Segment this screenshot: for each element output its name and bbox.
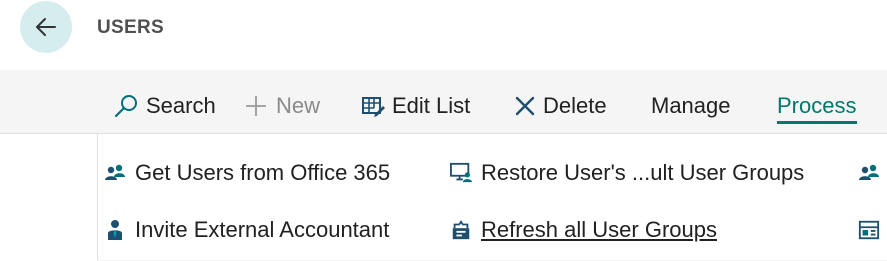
new-button[interactable]: New [244, 92, 320, 120]
edit-list-button[interactable]: Edit List [361, 92, 470, 120]
delete-button[interactable]: Delete [514, 92, 607, 120]
monitor-user-icon [450, 162, 472, 184]
menu-item-restore-user-groups[interactable]: Restore User's ...ult User Groups [450, 158, 804, 188]
users-group-icon [858, 162, 880, 184]
menu-item-label: Get Users from Office 365 [135, 160, 391, 185]
page-header: USERS [0, 0, 887, 70]
page-title: USERS [97, 17, 164, 38]
manage-tab-label: Manage [651, 93, 731, 118]
search-icon [114, 95, 137, 118]
person-tie-icon [104, 219, 126, 241]
menu-item-get-users-from-office-365[interactable]: Get Users from Office 365 [104, 158, 390, 188]
users-group-icon [104, 162, 126, 184]
menu-item-label: Invite External Accountant [135, 217, 390, 242]
manage-tab[interactable]: Manage [651, 92, 731, 120]
refresh-users-icon [450, 219, 472, 241]
close-icon [515, 96, 535, 116]
content-left-area [0, 133, 97, 261]
menu-item-overflow-permissions[interactable] [858, 215, 880, 245]
search-button[interactable]: Search [113, 92, 216, 120]
new-button-label: New [276, 93, 321, 118]
back-arrow-icon [36, 18, 56, 36]
search-button-label: Search [146, 93, 216, 118]
back-button[interactable] [20, 1, 72, 53]
edit-list-button-label: Edit List [392, 93, 471, 118]
process-tab-label: Process [777, 93, 857, 118]
edit-list-icon [362, 97, 385, 117]
permission-set-icon [858, 219, 880, 241]
process-tab[interactable]: Process [777, 92, 856, 120]
delete-button-label: Delete [543, 93, 607, 118]
menu-item-overflow-users[interactable] [858, 158, 880, 188]
plus-icon [246, 96, 266, 116]
process-tab-underline [777, 121, 857, 124]
menu-item-refresh-all-user-groups[interactable]: Refresh all User Groups [450, 215, 717, 245]
menu-item-label: Restore User's ...ult User Groups [481, 160, 805, 185]
menu-item-label: Refresh all User Groups [481, 217, 717, 242]
menu-item-invite-external-accountant[interactable]: Invite External Accountant [104, 215, 389, 245]
